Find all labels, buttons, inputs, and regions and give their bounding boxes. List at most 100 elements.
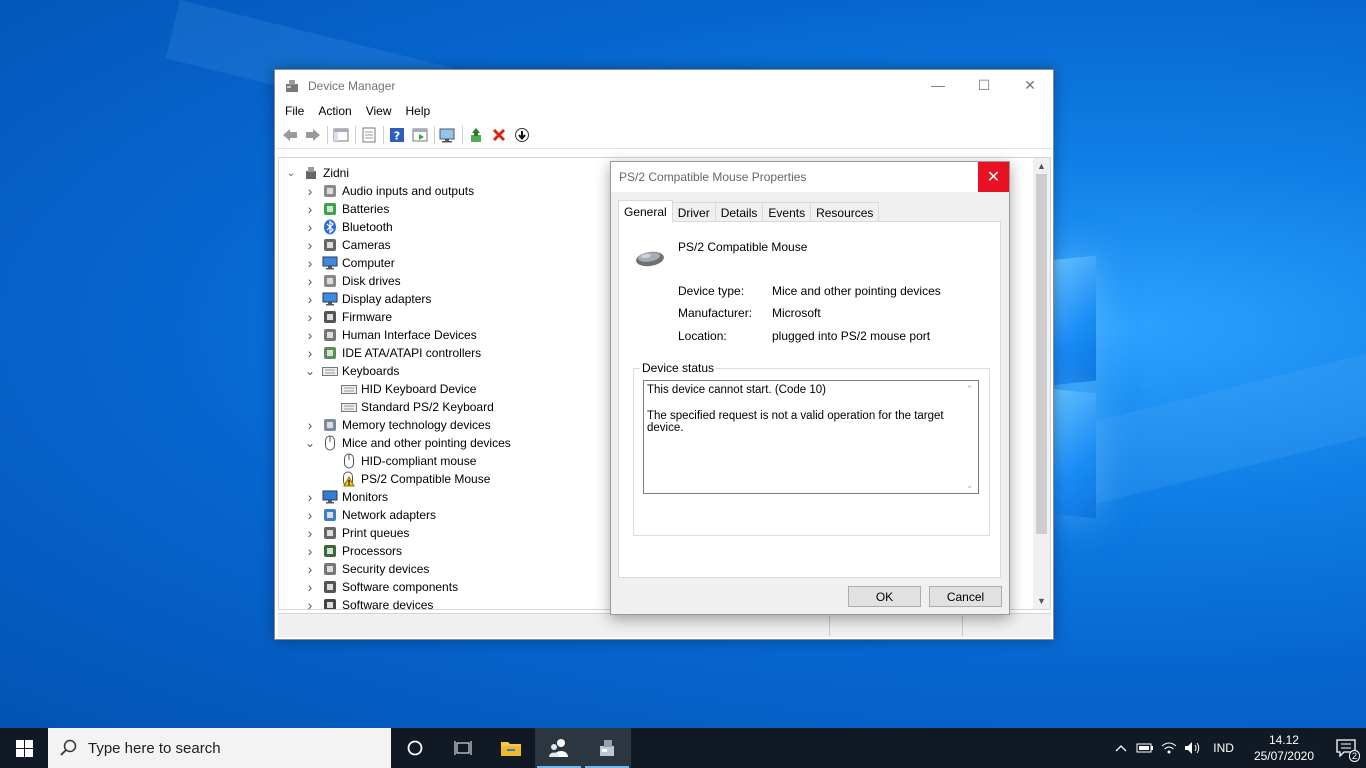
volume-tray-icon[interactable]: [1181, 728, 1205, 768]
start-button[interactable]: [0, 728, 48, 768]
windows-start-icon: [15, 739, 33, 757]
battery-tray-icon[interactable]: [1133, 728, 1157, 768]
tree-category[interactable]: › Network adapters: [304, 506, 436, 524]
tree-category[interactable]: › Processors: [304, 542, 402, 560]
show-hide-console-tree-icon[interactable]: [330, 124, 352, 146]
tree-root[interactable]: ⌄ Zidni: [285, 164, 349, 182]
maximize-button[interactable]: ☐: [961, 70, 1007, 100]
ok-button[interactable]: OK: [848, 586, 921, 607]
close-button[interactable]: ✕: [1007, 70, 1053, 100]
monitor-icon: [322, 489, 338, 505]
device-manager-titlebar[interactable]: Device Manager — ☐ ✕: [275, 70, 1053, 101]
status-scroll-up-icon[interactable]: ⌃: [961, 381, 978, 397]
cancel-button[interactable]: Cancel: [929, 586, 1002, 607]
help-icon[interactable]: ?: [386, 124, 408, 146]
expand-chevron-icon[interactable]: ›: [304, 219, 316, 235]
back-arrow-icon[interactable]: [279, 124, 301, 146]
expand-chevron-icon[interactable]: ›: [304, 183, 316, 199]
expand-chevron-icon[interactable]: ›: [304, 273, 316, 289]
menu-view[interactable]: View: [360, 104, 398, 118]
tree-device[interactable]: HID-compliant mouse: [323, 452, 476, 470]
collapse-chevron-icon[interactable]: ⌄: [304, 364, 316, 378]
minimize-button[interactable]: —: [915, 70, 961, 100]
action-center-button[interactable]: 2: [1326, 728, 1366, 768]
expand-chevron-icon[interactable]: ›: [304, 561, 316, 577]
scroll-up-arrow-icon[interactable]: ▲: [1033, 158, 1050, 174]
tree-category[interactable]: › Disk drives: [304, 272, 401, 290]
tree-category[interactable]: › Software components: [304, 578, 458, 596]
expand-chevron-icon[interactable]: ›: [304, 255, 316, 271]
tree-category[interactable]: › Batteries: [304, 200, 390, 218]
expand-chevron-icon[interactable]: ›: [304, 525, 316, 541]
cortana-button[interactable]: [391, 728, 439, 768]
tab-general[interactable]: General: [618, 200, 673, 222]
expand-chevron-icon[interactable]: ›: [304, 543, 316, 559]
tree-category[interactable]: › IDE ATA/ATAPI controllers: [304, 344, 482, 362]
expand-chevron-icon[interactable]: ›: [304, 579, 316, 595]
scroll-down-arrow-icon[interactable]: ▼: [1033, 593, 1050, 609]
dialog-close-icon[interactable]: ✕: [978, 162, 1009, 192]
enable-device-icon[interactable]: [511, 124, 533, 146]
tree-category[interactable]: › Audio inputs and outputs: [304, 182, 474, 200]
properties-titlebar[interactable]: PS/2 Compatible Mouse Properties ✕: [611, 162, 1009, 192]
tree-category[interactable]: › Computer: [304, 254, 395, 272]
action-pane-icon[interactable]: [409, 124, 431, 146]
expand-chevron-icon[interactable]: ›: [304, 489, 316, 505]
tree-device[interactable]: PS/2 Compatible Mouse: [323, 470, 490, 488]
tree-category[interactable]: ⌄ Mice and other pointing devices: [304, 434, 511, 452]
menu-file[interactable]: File: [279, 104, 310, 118]
device-manager-taskbar-button[interactable]: [583, 728, 631, 768]
tree-device[interactable]: HID Keyboard Device: [323, 380, 476, 398]
tab-resources[interactable]: Resources: [810, 202, 880, 222]
tab-driver[interactable]: Driver: [671, 202, 716, 222]
menu-help[interactable]: Help: [400, 104, 437, 118]
tree-category[interactable]: › Firmware: [304, 308, 392, 326]
tree-category[interactable]: › Memory technology devices: [304, 416, 491, 434]
wifi-tray-icon[interactable]: [1157, 728, 1181, 768]
expand-chevron-icon[interactable]: ›: [304, 507, 316, 523]
tree-category[interactable]: ⌄ Keyboards: [304, 362, 399, 380]
tree-vertical-scrollbar[interactable]: ▲ ▼: [1033, 158, 1050, 609]
tree-category[interactable]: › Software devices: [304, 596, 433, 609]
tree-category[interactable]: › Security devices: [304, 560, 430, 578]
expand-chevron-icon[interactable]: ›: [304, 309, 316, 325]
forward-arrow-icon[interactable]: [302, 124, 324, 146]
expand-chevron-icon[interactable]: ›: [304, 417, 316, 433]
expand-chevron-icon[interactable]: ›: [304, 597, 316, 609]
status-scroll-down-icon[interactable]: ⌄: [961, 477, 978, 493]
taskbar-search-box[interactable]: Type here to search: [48, 728, 391, 768]
tree-category[interactable]: › Print queues: [304, 524, 410, 542]
properties-icon[interactable]: [358, 124, 380, 146]
tree-category[interactable]: › Monitors: [304, 488, 388, 506]
device-status-textbox[interactable]: This device cannot start. (Code 10) The …: [643, 380, 979, 494]
tree-category[interactable]: › Bluetooth: [304, 218, 393, 236]
input-language[interactable]: IND: [1205, 741, 1242, 755]
tree-category[interactable]: › Display adapters: [304, 290, 432, 308]
device-name: PS/2 Compatible Mouse: [678, 240, 808, 254]
tab-events[interactable]: Events: [762, 202, 812, 222]
status-scrollbar[interactable]: ⌃ ⌄: [961, 381, 978, 493]
expand-chevron-icon[interactable]: ›: [304, 237, 316, 253]
file-explorer-button[interactable]: [487, 728, 535, 768]
tree-device[interactable]: Standard PS/2 Keyboard: [323, 398, 494, 416]
task-view-button[interactable]: [439, 728, 487, 768]
collapse-chevron-icon[interactable]: ⌄: [304, 436, 316, 450]
tab-details[interactable]: Details: [714, 202, 764, 222]
expand-chevron-icon[interactable]: ›: [304, 291, 316, 307]
tree-category[interactable]: › Human Interface Devices: [304, 326, 477, 344]
folder-icon: [501, 742, 521, 756]
show-hidden-icons-chevron-icon[interactable]: [1109, 728, 1133, 768]
scroll-thumb[interactable]: [1036, 174, 1047, 534]
user-accounts-app-button[interactable]: [535, 728, 583, 768]
scan-hardware-icon[interactable]: [437, 124, 459, 146]
tree-row-label: Disk drives: [342, 274, 401, 288]
menu-action[interactable]: Action: [312, 104, 357, 118]
clock[interactable]: 14.12 25/07/2020: [1242, 732, 1326, 764]
tree-category[interactable]: › Cameras: [304, 236, 391, 254]
expand-chevron-icon[interactable]: ›: [304, 201, 316, 217]
uninstall-device-icon[interactable]: [488, 124, 510, 146]
collapse-chevron-icon[interactable]: ⌄: [285, 168, 297, 179]
expand-chevron-icon[interactable]: ›: [304, 327, 316, 343]
update-driver-icon[interactable]: [465, 124, 487, 146]
expand-chevron-icon[interactable]: ›: [304, 345, 316, 361]
